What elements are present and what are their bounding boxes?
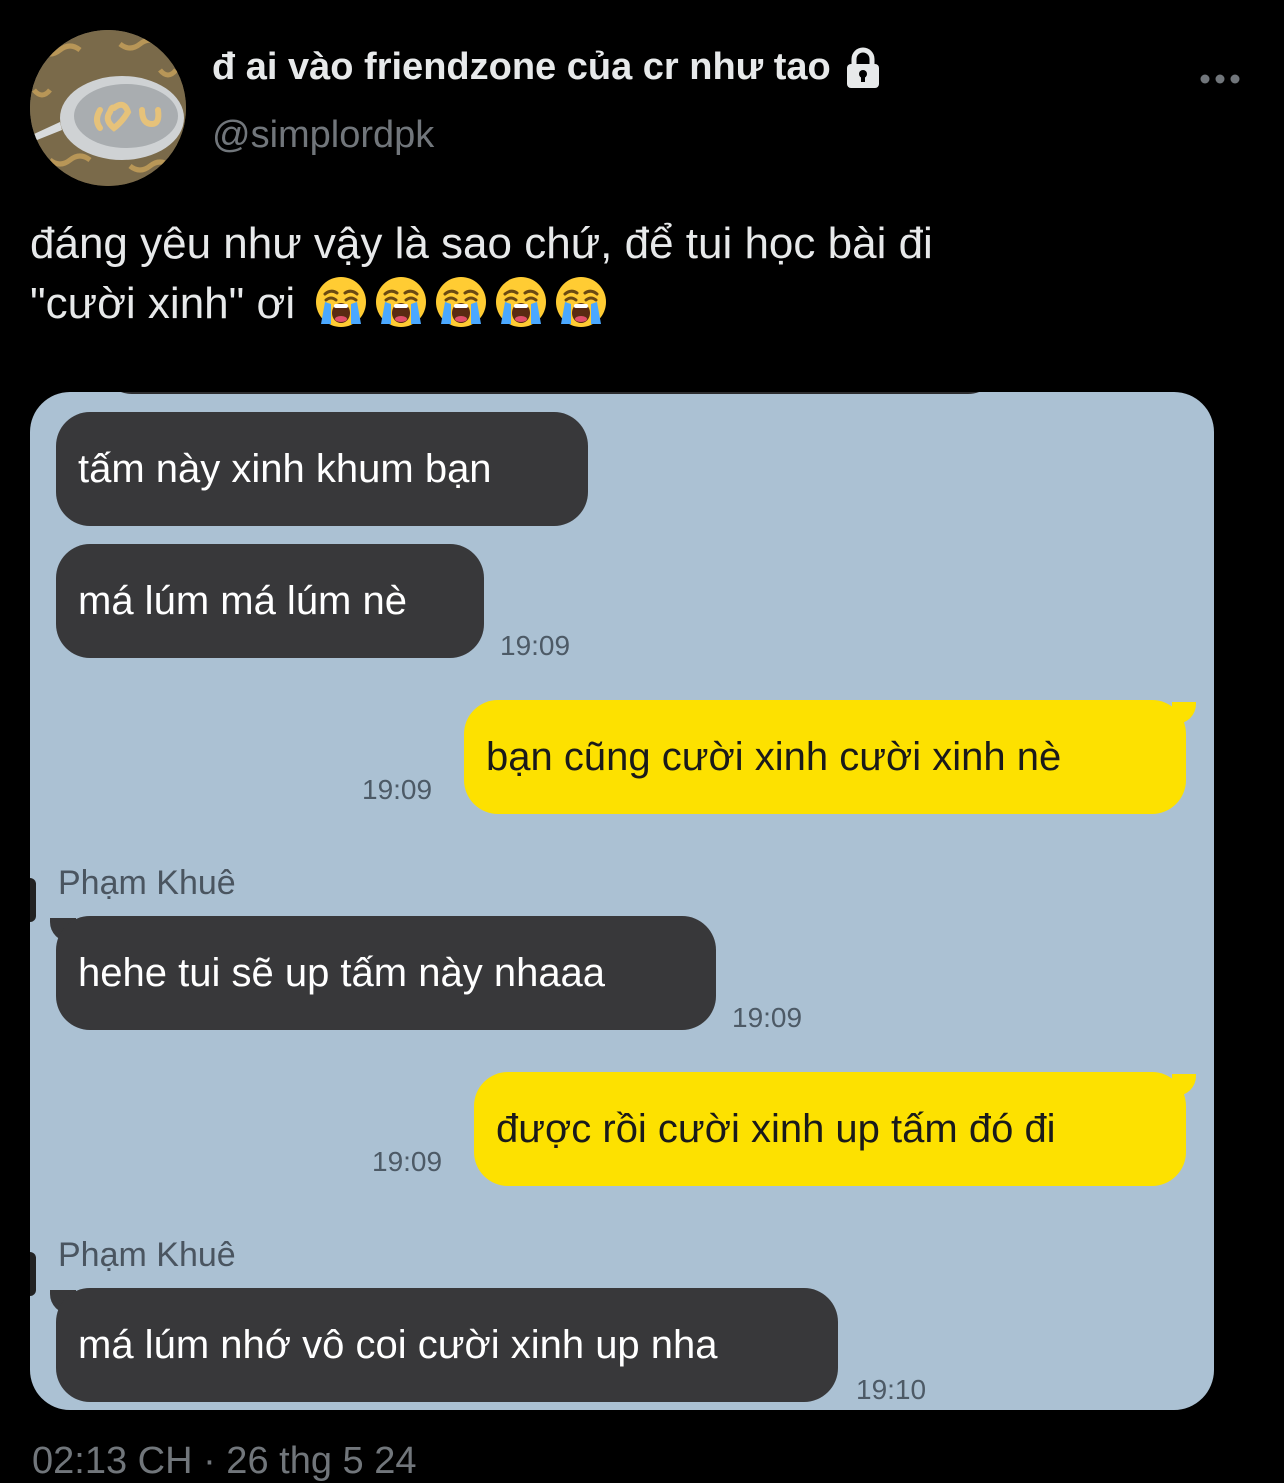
tweet-timestamp[interactable]: 02:13 CH · 26 thg 5 24 (32, 1440, 416, 1483)
emoji-row (307, 276, 607, 328)
incoming-message-bubble: má lúm nhớ vô coi cười xinh up nha (56, 1288, 838, 1402)
sender-name: Phạm Khuê (58, 1236, 236, 1274)
message-time: 19:09 (362, 774, 433, 805)
tweet-text-line-2: "cười xinh" ơi (30, 274, 1250, 334)
outgoing-message-bubble: bạn cũng cười xinh cười xinh nè (464, 700, 1186, 814)
sender-avatar (30, 1252, 36, 1296)
profile-avatar[interactable] (30, 30, 186, 186)
display-name-text[interactable]: đ ai vào friendzone của cr như tao (212, 46, 831, 89)
outgoing-message-bubble: được rồi cười xinh up tấm đó đi (474, 1072, 1186, 1186)
more-horizontal-icon[interactable] (1198, 62, 1242, 96)
tweet-text: đáng yêu như vậy là sao chứ, để tui học … (30, 214, 1250, 334)
lock-icon (843, 47, 883, 89)
bubble-tail (1172, 1074, 1196, 1096)
incoming-message-bubble: má lúm má lúm nè (56, 544, 484, 658)
incoming-message-bubble: tấm này xinh khum bạn (56, 412, 588, 526)
sender-avatar (30, 878, 36, 922)
sender-name: Phạm Khuê (58, 864, 236, 902)
message-time: 19:09 (732, 1002, 803, 1033)
message-time: 19:09 (372, 1146, 443, 1177)
tweet-text-line-2-text: "cười xinh" ơi (30, 279, 296, 328)
loudly-crying-face-icon (435, 276, 487, 328)
user-handle[interactable]: @simplordpk (212, 114, 434, 157)
loudly-crying-face-icon (315, 276, 367, 328)
loudly-crying-face-icon (375, 276, 427, 328)
tweet-text-line-1: đáng yêu như vậy là sao chứ, để tui học … (30, 219, 933, 268)
message-time: 19:09 (500, 630, 571, 661)
message-time: 19:10 (856, 1374, 927, 1405)
loudly-crying-face-icon (495, 276, 547, 328)
display-name[interactable]: đ ai vào friendzone của cr như tao (212, 46, 883, 89)
cropped-image-edge (100, 392, 1000, 394)
chat-screenshot-image[interactable]: tấm này xinh khum bạn má lúm má lúm nè 1… (30, 392, 1214, 1410)
incoming-message-bubble: hehe tui sẽ up tấm này nhaaa (56, 916, 716, 1030)
loudly-crying-face-icon (555, 276, 607, 328)
bubble-tail (1172, 702, 1196, 724)
